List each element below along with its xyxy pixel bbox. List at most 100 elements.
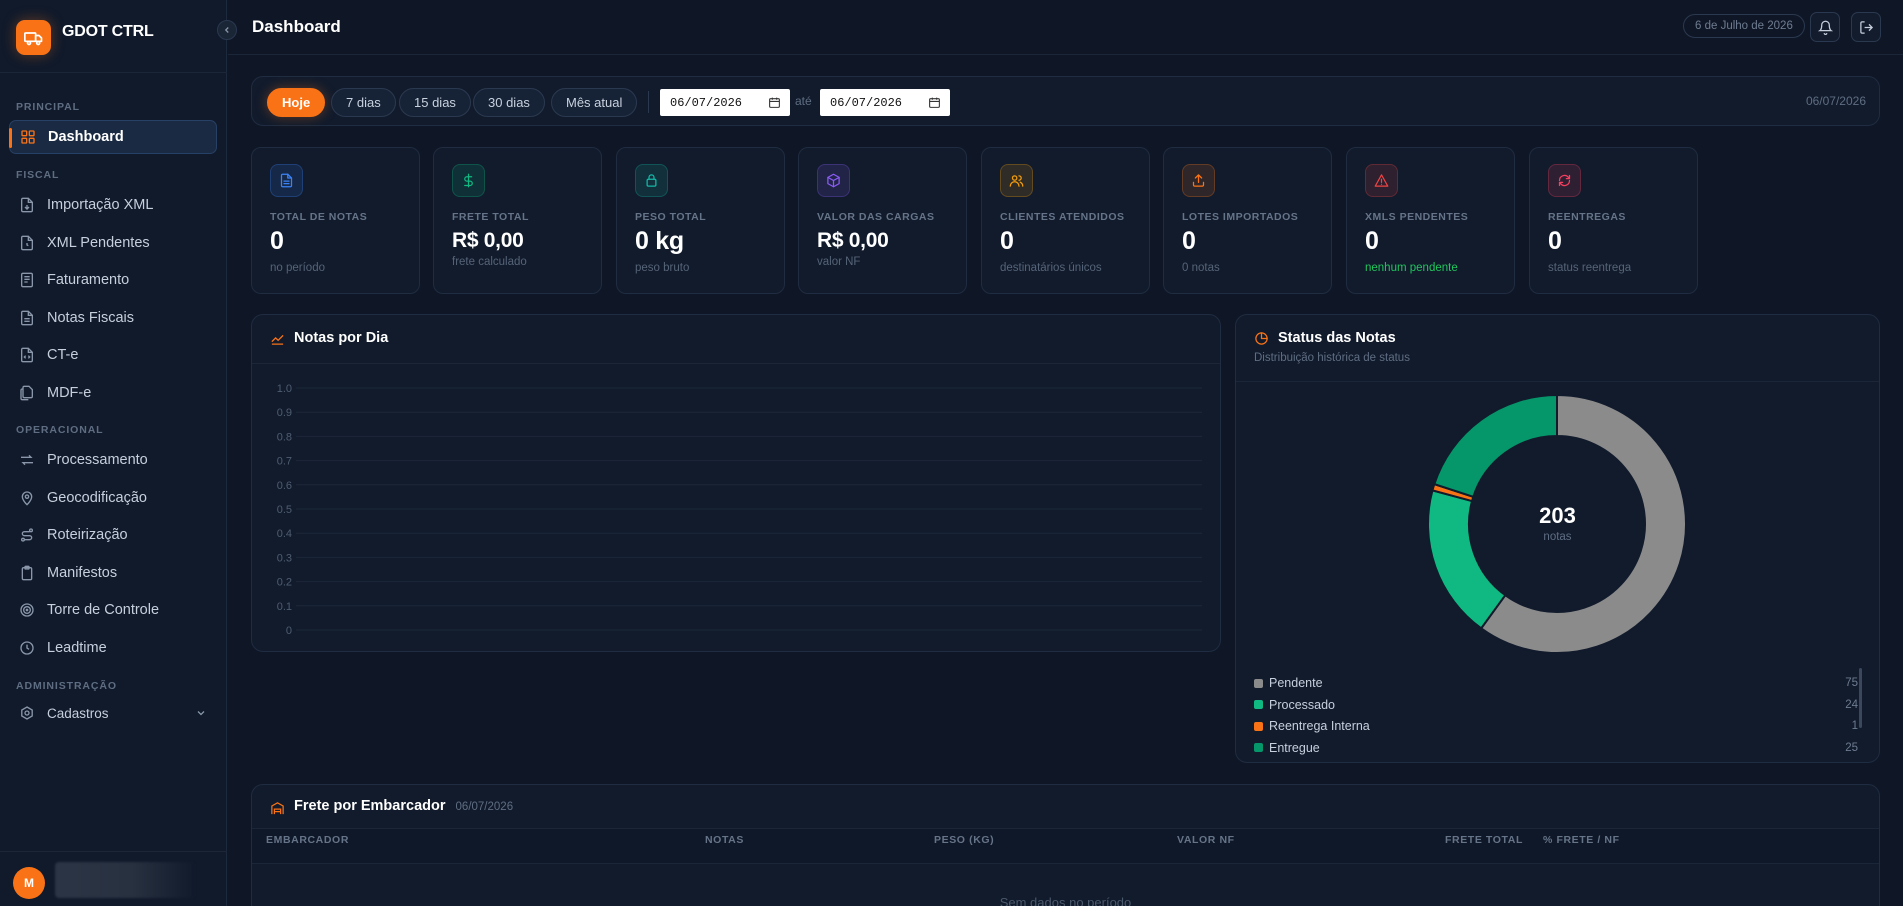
sidebar-item-torre-controle[interactable]: Torre de Controle (9, 593, 217, 627)
stat-card-frete-total: FRETE TOTAL R$ 0,00 frete calculado (433, 147, 602, 294)
y-tick-label: 0.1 (277, 601, 292, 613)
file-code-icon (21, 347, 33, 363)
y-tick-label: 1.0 (277, 383, 292, 395)
sidebar-item-label: Processamento (47, 452, 148, 468)
sidebar-item-processamento[interactable]: Processamento (9, 443, 217, 477)
sidebar-item-cadastros[interactable]: Cadastros (9, 696, 217, 730)
legend-swatch (1254, 700, 1263, 709)
filter-chip-7-dias[interactable]: 7 dias (331, 88, 396, 117)
legend-item[interactable]: Entregue 25 (1254, 741, 1858, 755)
stat-label: TOTAL DE NOTAS (270, 211, 368, 223)
section-fiscal: FISCAL (16, 169, 60, 181)
panel-title: Notas por Dia (294, 330, 389, 346)
map-pin-icon (21, 491, 33, 506)
sidebar-item-label: Torre de Controle (47, 602, 160, 618)
legend-label: Pendente (1269, 676, 1323, 690)
legend-label: Entregue (1269, 740, 1320, 755)
y-tick-label: 0.9 (277, 407, 292, 419)
empty-state-text: Sem dados no período (999, 895, 1132, 906)
sidebar-item-label: Cadastros (47, 705, 109, 721)
filter-chip-30-dias[interactable]: 30 dias (473, 88, 545, 117)
date-to-value: 06/07/2026 (830, 95, 903, 110)
stat-label: REENTREGAS (1548, 211, 1626, 223)
sidebar-item-dashboard[interactable]: Dashboard (9, 120, 217, 154)
sidebar-item-label: CT-e (47, 347, 79, 363)
divider (0, 851, 227, 852)
sidebar-item-label: Geocodificação (47, 490, 147, 506)
sidebar-item-label: Notas Fiscais (47, 310, 135, 326)
donut-total-value: 203 (1539, 503, 1576, 528)
users-icon (1000, 164, 1033, 197)
top-header: Dashboard 6 de Julho de 2026 (228, 0, 1903, 55)
chevron-down-icon (197, 711, 205, 716)
date-to-input[interactable]: 06/07/2026 (820, 89, 950, 116)
sidebar-item-xml-pendentes[interactable]: XML Pendentes (9, 226, 217, 260)
collapse-sidebar-button[interactable] (217, 20, 237, 40)
filter-chip-15-dias[interactable]: 15 dias (399, 88, 471, 117)
sidebar-item-importacao-xml[interactable]: Importação XML (9, 188, 217, 222)
column-header-valor-nf[interactable]: VALOR NF (1177, 834, 1235, 846)
stat-label: VALOR DAS CARGAS (817, 211, 935, 223)
sidebar-item-manifestos[interactable]: Manifestos (9, 556, 217, 590)
sidebar-item-label: XML Pendentes (47, 235, 150, 251)
sidebar-item-roteirizacao[interactable]: Roteirização (9, 518, 217, 552)
section-administracao: ADMINISTRAÇÃO (16, 680, 117, 692)
stat-card-total-notas: TOTAL DE NOTAS 0 no período (251, 147, 420, 294)
sidebar-item-geocodificacao[interactable]: Geocodificação (9, 481, 217, 515)
notifications-button[interactable] (1810, 12, 1840, 42)
stat-value: 0 (1365, 227, 1379, 255)
trending-icon (271, 334, 284, 345)
sidebar-item-label: Faturamento (47, 272, 130, 288)
stat-card-valor-cargas: VALOR DAS CARGAS R$ 0,00 valor NF (798, 147, 967, 294)
legend-scrollbar[interactable] (1859, 668, 1862, 728)
refresh-icon (1548, 164, 1581, 197)
sidebar-item-cte[interactable]: CT-e (9, 338, 217, 372)
upload-icon (1182, 164, 1215, 197)
legend-item[interactable]: Processado 24 (1254, 698, 1858, 712)
sidebar: GDOT CTRL PRINCIPAL Dashboard FISCAL Imp… (0, 0, 227, 906)
stat-label: PESO TOTAL (635, 211, 707, 223)
legend-item[interactable]: Reentrega Interna 1 (1254, 719, 1858, 733)
date-from-value: 06/07/2026 (670, 95, 743, 110)
panel-title-text: Frete por Embarcador (294, 798, 446, 814)
avatar[interactable]: M (13, 867, 45, 899)
donut-total-label: notas (1543, 531, 1572, 543)
stat-subtext: no período (270, 262, 325, 274)
legend-count: 24 (1845, 698, 1858, 711)
stat-subtext: nenhum pendente (1365, 262, 1458, 274)
donut-slice-entregue[interactable] (1433, 393, 1558, 499)
stat-card-lotes-importados: LOTES IMPORTADOS 0 0 notas (1163, 147, 1332, 294)
stat-value: 0 (1000, 227, 1014, 255)
radar-icon (20, 603, 34, 617)
logout-button[interactable] (1851, 12, 1881, 42)
legend-swatch (1254, 721, 1263, 731)
panel-subtitle: Distribuição histórica de status (1254, 352, 1410, 364)
stat-value: 0 (1548, 227, 1562, 255)
panel-title: Frete por Embarcador 06/07/2026 (294, 798, 513, 814)
column-header-percent-frete[interactable]: % FRETE / NF (1543, 834, 1620, 846)
legend-item[interactable]: Pendente 75 (1254, 676, 1858, 690)
filter-chip-hoje[interactable]: Hoje (267, 88, 326, 117)
filter-chip-mes-atual[interactable]: Mês atual (551, 88, 638, 117)
sidebar-item-notas-fiscais[interactable]: Notas Fiscais (9, 301, 217, 335)
y-tick-label: 0.2 (277, 577, 292, 589)
brand[interactable]: GDOT CTRL (16, 20, 154, 55)
stat-value: 0 kg (635, 227, 684, 255)
stat-label: CLIENTES ATENDIDOS (1000, 211, 1125, 223)
column-header-frete-total[interactable]: FRETE TOTAL (1445, 834, 1523, 846)
truck-logo-icon (16, 20, 51, 55)
y-tick-label: 0.7 (277, 456, 292, 468)
column-header-peso[interactable]: PESO (KG) (934, 834, 994, 846)
sidebar-item-mdfe[interactable]: MDF-e (9, 376, 217, 410)
panel-title-date: 06/07/2026 (455, 801, 514, 813)
sidebar-item-faturamento[interactable]: Faturamento (9, 263, 217, 297)
sidebar-item-leadtime[interactable]: Leadtime (9, 631, 217, 665)
stat-value: R$ 0,00 (817, 229, 889, 252)
divider (252, 863, 1879, 864)
section-operacional: OPERACIONAL (16, 424, 104, 436)
column-header-embarcador[interactable]: EMBARCADOR (266, 834, 349, 846)
stat-label: FRETE TOTAL (452, 211, 529, 223)
y-tick-label: 0.3 (277, 552, 292, 564)
date-from-input[interactable]: 06/07/2026 (660, 89, 790, 116)
column-header-notas[interactable]: NOTAS (705, 834, 744, 846)
